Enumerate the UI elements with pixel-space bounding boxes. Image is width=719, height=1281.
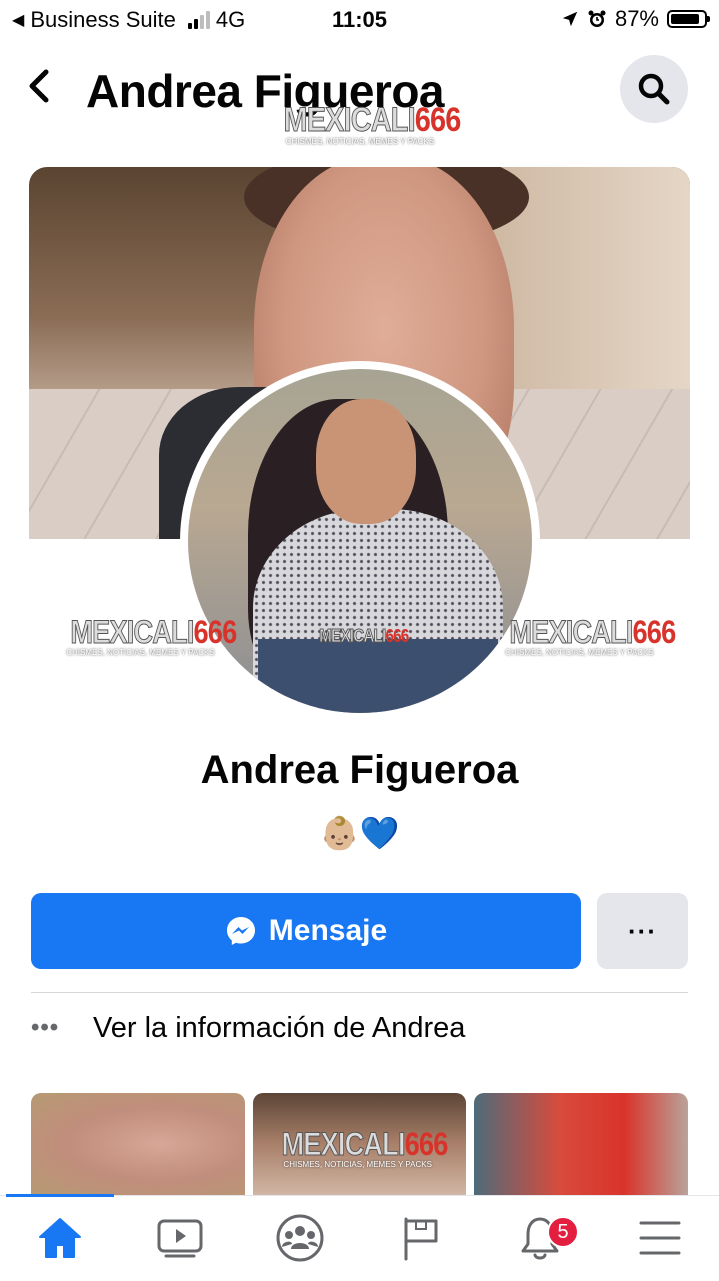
search-icon	[638, 73, 670, 105]
tab-watch[interactable]	[135, 1208, 225, 1268]
message-button-label: Mensaje	[268, 914, 388, 947]
see-about-label: Ver la información de Andrea	[93, 1011, 466, 1044]
photo-thumbnail[interactable]	[474, 1093, 688, 1195]
active-tab-indicator	[6, 1194, 114, 1197]
photo-thumbnail[interactable]: MEXICALI666 CHISMES, NOTICIAS, MEMES Y P…	[252, 1093, 467, 1195]
search-button[interactable]	[620, 55, 688, 123]
tab-home[interactable]	[15, 1208, 105, 1268]
profile-bio: 👶🏼💙	[319, 815, 400, 851]
home-icon	[39, 1218, 81, 1258]
watermark-left: MEXICALI666 CHISMES, NOTICIAS, MEMES Y P…	[66, 614, 237, 657]
photo-grid: MEXICALI666 CHISMES, NOTICIAS, MEMES Y P…	[31, 1093, 688, 1195]
hamburger-menu-icon	[639, 1221, 681, 1255]
avatar[interactable]	[188, 369, 532, 713]
watermark-thumbnail: MEXICALI666 CHISMES, NOTICIAS, MEMES Y P…	[281, 1126, 448, 1169]
status-bar: ◀ Business Suite 4G 11:05 87%	[0, 0, 719, 40]
battery-icon	[667, 10, 710, 28]
flag-icon	[404, 1217, 438, 1261]
notification-badge: 5	[547, 1216, 579, 1248]
alarm-icon	[588, 10, 606, 27]
divider	[31, 992, 688, 993]
tab-menu[interactable]	[615, 1208, 705, 1268]
video-play-icon	[157, 1219, 203, 1258]
more-options-button[interactable]: ···	[597, 893, 688, 969]
groups-icon	[276, 1214, 324, 1262]
watermark-header: MEXICALI666 CHISMES, NOTICIAS, MEMES Y P…	[283, 101, 461, 146]
watermark-center: MEXICALI666	[319, 626, 410, 646]
ellipsis-icon: •••	[31, 1014, 60, 1041]
see-about-row[interactable]: ••• Ver la información de Andrea	[31, 1008, 465, 1048]
message-button[interactable]: Mensaje	[31, 893, 581, 969]
bottom-tab-bar: 5	[0, 1194, 719, 1281]
watermark-right: MEXICALI666 CHISMES, NOTICIAS, MEMES Y P…	[505, 614, 676, 657]
photo-thumbnail[interactable]	[31, 1093, 245, 1195]
profile-name: Andrea Figueroa	[200, 748, 519, 792]
battery-percent: 87%	[614, 6, 659, 31]
location-arrow-icon	[562, 11, 578, 27]
more-dots-icon: ···	[628, 915, 657, 946]
tab-groups[interactable]	[255, 1208, 345, 1268]
back-button[interactable]	[26, 66, 52, 116]
tab-pages[interactable]	[375, 1208, 465, 1268]
tab-notifications[interactable]: 5	[495, 1208, 585, 1268]
messenger-icon	[226, 917, 255, 945]
chevron-left-icon	[29, 69, 49, 103]
